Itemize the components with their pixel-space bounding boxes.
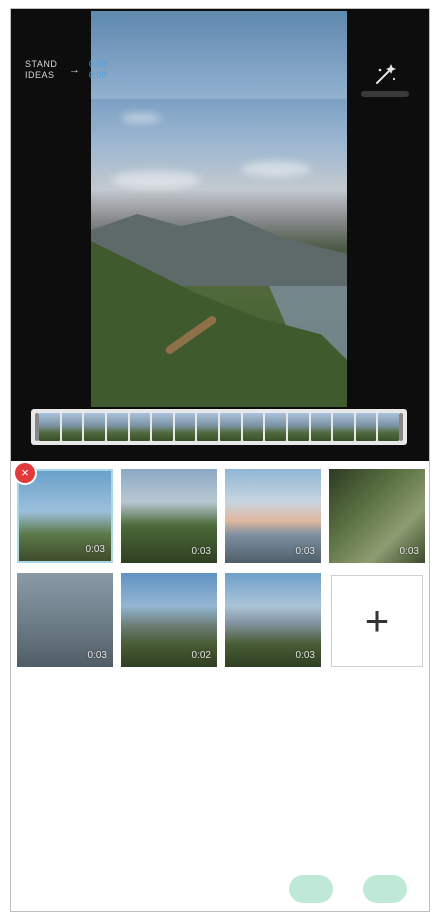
add-clip-button[interactable]: + — [331, 575, 423, 667]
clip-duration: 0:03 — [399, 546, 419, 557]
clip-thumbnail[interactable]: 0:03 — [121, 469, 217, 563]
timecode-line-2: 0:00 — [89, 70, 107, 80]
clip-duration: 0:03 — [85, 544, 105, 555]
clip-duration: 0:03 — [191, 546, 211, 557]
trim-handle-right[interactable] — [399, 413, 403, 441]
film-frame — [378, 413, 399, 441]
film-frame — [197, 413, 218, 441]
title-line-2: IDEAS — [25, 70, 55, 80]
title-line-1: STAND — [25, 59, 58, 69]
clip-thumbnail[interactable]: 0:03 — [329, 469, 425, 563]
film-frame — [129, 413, 151, 441]
clip-duration: 0:03 — [295, 650, 315, 661]
video-preview[interactable] — [91, 11, 347, 407]
film-frame — [152, 413, 173, 441]
film-frame — [242, 413, 264, 441]
film-frame — [355, 413, 377, 441]
film-frame — [39, 413, 60, 441]
footer-right-button[interactable] — [363, 875, 407, 903]
film-frame — [310, 413, 332, 441]
project-title: STAND IDEAS — [25, 59, 57, 81]
plus-icon: + — [364, 597, 390, 644]
film-frame — [174, 413, 196, 441]
video-editor: STAND IDEAS → 0:00 0:00 — [11, 9, 429, 461]
clip-duration: 0:02 — [191, 650, 211, 661]
timecode-line-1: 0:00 — [89, 59, 107, 69]
film-frame — [287, 413, 309, 441]
film-frame — [220, 413, 241, 441]
delete-clip-icon[interactable]: × — [15, 463, 35, 483]
filmstrip-frames — [39, 413, 399, 441]
clip-thumbnail[interactable]: 0:03 — [17, 573, 113, 667]
app-frame: STAND IDEAS → 0:00 0:00 0:03 × 0:03 0:03… — [10, 8, 430, 912]
clip-thumbnail[interactable]: 0:02 — [121, 573, 217, 667]
clip-duration: 0:03 — [295, 546, 315, 557]
film-frame — [84, 413, 105, 441]
cloud — [111, 171, 201, 189]
arrow-right-icon: → — [69, 64, 80, 76]
film-frame — [106, 413, 128, 441]
film-frame — [61, 413, 83, 441]
footer-left-button[interactable] — [289, 875, 333, 903]
film-frame — [265, 413, 286, 441]
clip-thumbnail[interactable]: 0:03 — [17, 469, 113, 563]
magic-wand-icon[interactable] — [371, 61, 399, 89]
magic-indicator — [361, 91, 409, 97]
clip-thumbnail[interactable]: 0:03 — [225, 573, 321, 667]
cloud — [241, 161, 311, 177]
clip-duration: 0:03 — [87, 650, 107, 661]
clip-thumbnail[interactable]: 0:03 — [225, 469, 321, 563]
timecode: 0:00 0:00 — [89, 59, 107, 81]
cloud — [121, 113, 161, 123]
preview-sky-overlay — [91, 11, 347, 99]
film-frame — [333, 413, 354, 441]
timeline-filmstrip[interactable] — [31, 409, 407, 445]
